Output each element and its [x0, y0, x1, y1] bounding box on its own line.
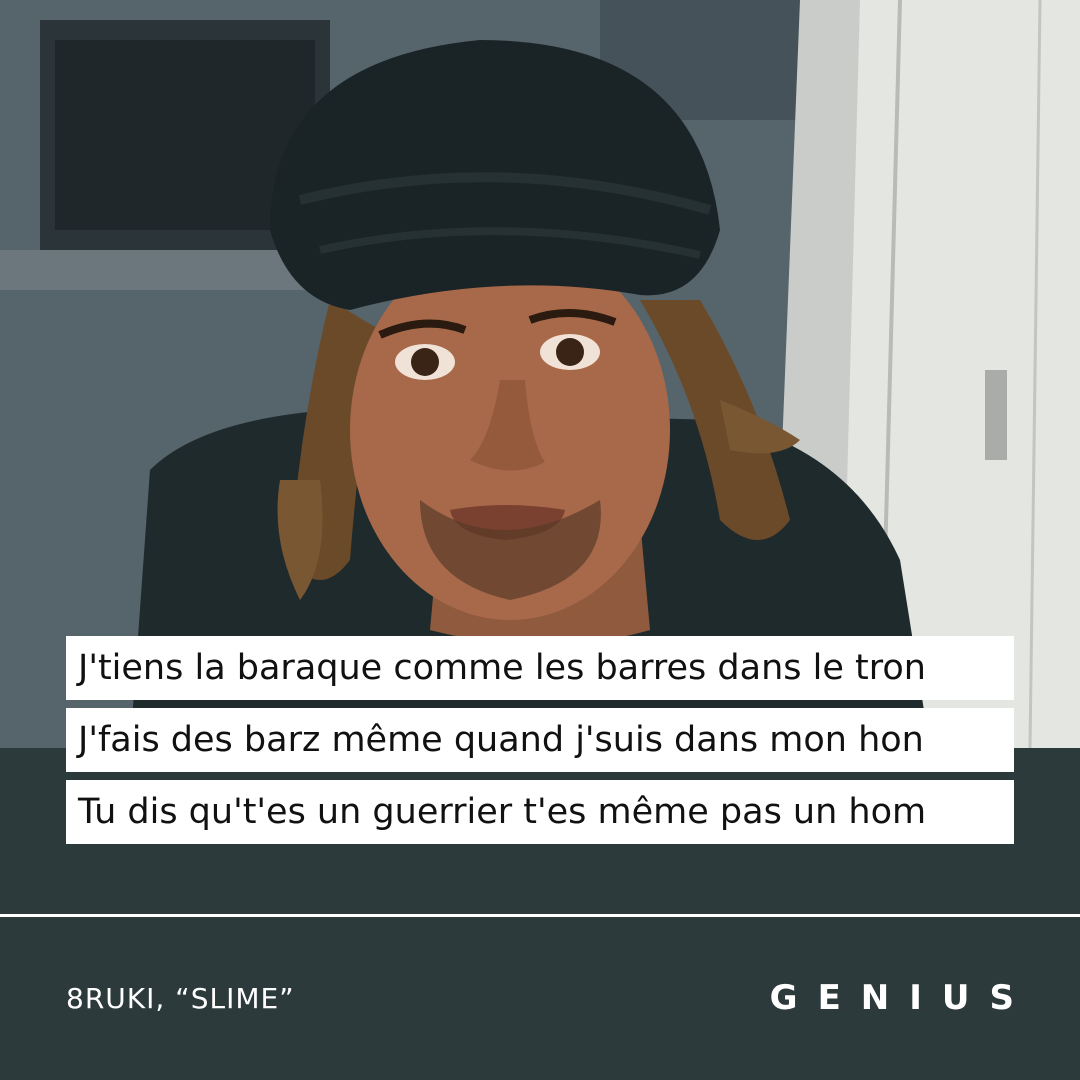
lyric-card: J'tiens la baraque comme les barres dans…: [0, 0, 1080, 1080]
genius-logo: GENIUS: [769, 978, 1034, 1018]
lyric-line-3: Tu dis qu't'es un guerrier t'es même pas…: [66, 780, 1014, 844]
footer-divider: [0, 914, 1080, 917]
lyric-line-2: J'fais des barz même quand j'suis dans m…: [66, 708, 1014, 772]
song-credit: 8RUKI, “SLIME”: [66, 982, 295, 1015]
lyrics-block: J'tiens la baraque comme les barres dans…: [66, 636, 1014, 852]
lyric-line-1: J'tiens la baraque comme les barres dans…: [66, 636, 1014, 700]
